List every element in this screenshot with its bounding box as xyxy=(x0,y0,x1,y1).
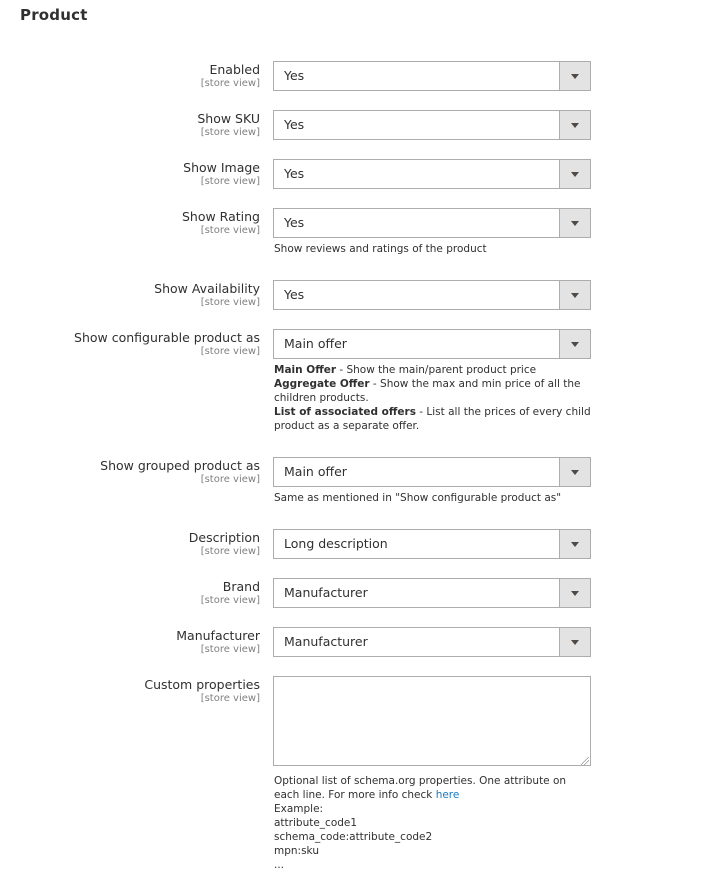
show-sku-select[interactable]: Yes xyxy=(273,110,591,140)
chevron-down-icon xyxy=(571,172,579,177)
field-label: Show SKU xyxy=(197,111,260,126)
custom-properties-textarea[interactable] xyxy=(273,676,591,766)
chevron-down-icon xyxy=(571,123,579,128)
dropdown-button[interactable] xyxy=(559,458,590,486)
scope-label: [store view] xyxy=(200,346,260,357)
field-label: Manufacturer xyxy=(176,628,260,643)
field-label: Show configurable product as xyxy=(74,330,260,345)
dropdown-button[interactable] xyxy=(559,160,590,188)
select-value: Main offer xyxy=(284,336,347,351)
field-label-group: Manufacturer [store view] xyxy=(176,628,260,656)
resize-handle-icon[interactable] xyxy=(581,757,589,765)
field-label: Show grouped product as xyxy=(100,458,260,473)
field-label: Custom properties xyxy=(144,677,260,692)
field-label-group: Custom properties [store view] xyxy=(144,677,260,705)
scope-label: [store view] xyxy=(200,546,260,557)
chevron-down-icon xyxy=(571,293,579,298)
example-line: mpn:sku xyxy=(274,845,319,857)
select-value: Yes xyxy=(284,166,305,181)
field-note: Optional list of schema.org properties. … xyxy=(274,774,592,872)
show-configurable-select[interactable]: Main offer xyxy=(273,329,591,359)
chevron-down-icon xyxy=(571,591,579,596)
example-line: ... xyxy=(274,859,285,871)
note-item: List of associated offers - List all the… xyxy=(274,405,592,433)
scope-label: [store view] xyxy=(200,78,260,89)
field-note: Main Offer - Show the main/parent produc… xyxy=(274,363,592,433)
note-item: Aggregate Offer - Show the max and min p… xyxy=(274,377,592,405)
select-value: Manufacturer xyxy=(284,634,368,649)
note-item: Main Offer - Show the main/parent produc… xyxy=(274,363,592,377)
note-term: Main Offer xyxy=(274,364,336,376)
field-label-group: Show Rating [store view] xyxy=(182,209,260,237)
scope-label: [store view] xyxy=(200,176,260,187)
chevron-down-icon xyxy=(571,470,579,475)
dropdown-button[interactable] xyxy=(559,530,590,558)
dropdown-button[interactable] xyxy=(559,579,590,607)
show-rating-select[interactable]: Yes xyxy=(273,208,591,238)
field-label: Show Rating xyxy=(181,209,260,224)
scope-label: [store view] xyxy=(200,693,260,704)
example-line: Example: xyxy=(274,803,324,815)
field-label: Show Availability xyxy=(154,281,260,296)
note-intro: Optional list of schema.org properties. … xyxy=(274,775,567,801)
field-label: Show Image xyxy=(183,160,260,175)
field-label-group: Show Image [store view] xyxy=(183,160,260,188)
scope-label: [store view] xyxy=(200,297,260,308)
scope-label: [store view] xyxy=(200,474,260,485)
chevron-down-icon xyxy=(571,74,579,79)
chevron-down-icon xyxy=(571,542,579,547)
field-label-group: Show grouped product as [store view] xyxy=(100,458,260,486)
dropdown-button[interactable] xyxy=(559,209,590,237)
field-label: Enabled xyxy=(209,62,260,77)
field-label-group: Show Availability [store view] xyxy=(154,281,260,309)
dropdown-button[interactable] xyxy=(559,111,590,139)
example-line: schema_code:attribute_code2 xyxy=(274,831,433,843)
dropdown-button[interactable] xyxy=(559,281,590,309)
field-label-group: Show SKU [store view] xyxy=(197,111,260,139)
brand-select[interactable]: Manufacturer xyxy=(273,578,591,608)
select-value: Yes xyxy=(284,287,305,302)
dropdown-button[interactable] xyxy=(559,62,590,90)
field-label-group: Show configurable product as [store view… xyxy=(74,330,260,358)
scope-label: [store view] xyxy=(200,127,260,138)
field-label: Brand xyxy=(222,579,260,594)
example-line: attribute_code1 xyxy=(274,817,358,829)
description-select[interactable]: Long description xyxy=(273,529,591,559)
scope-label: [store view] xyxy=(200,595,260,606)
scope-label: [store view] xyxy=(200,644,260,655)
show-availability-select[interactable]: Yes xyxy=(273,280,591,310)
more-info-link[interactable]: here xyxy=(436,789,460,801)
select-value: Yes xyxy=(284,215,305,230)
field-label-group: Description [store view] xyxy=(189,530,260,558)
select-value: Long description xyxy=(284,536,388,551)
chevron-down-icon xyxy=(571,342,579,347)
select-value: Manufacturer xyxy=(284,585,368,600)
field-label-group: Brand [store view] xyxy=(201,579,260,607)
chevron-down-icon xyxy=(571,221,579,226)
select-value: Yes xyxy=(284,68,305,83)
note-desc: - Show the main/parent product price xyxy=(336,364,537,376)
enabled-select[interactable]: Yes xyxy=(273,61,591,91)
field-note: Show reviews and ratings of the product xyxy=(274,243,487,255)
scope-label: [store view] xyxy=(200,225,260,236)
field-label: Description xyxy=(188,530,260,545)
dropdown-button[interactable] xyxy=(559,330,590,358)
field-label-group: Enabled [store view] xyxy=(201,62,260,90)
select-value: Main offer xyxy=(284,464,347,479)
field-note: Same as mentioned in "Show configurable … xyxy=(274,492,562,504)
select-value: Yes xyxy=(284,117,305,132)
section-title: Product xyxy=(20,6,88,24)
manufacturer-select[interactable]: Manufacturer xyxy=(273,627,591,657)
show-image-select[interactable]: Yes xyxy=(273,159,591,189)
chevron-down-icon xyxy=(571,640,579,645)
show-grouped-select[interactable]: Main offer xyxy=(273,457,591,487)
note-term: List of associated offers xyxy=(274,406,416,418)
dropdown-button[interactable] xyxy=(559,628,590,656)
note-term: Aggregate Offer xyxy=(274,378,370,390)
